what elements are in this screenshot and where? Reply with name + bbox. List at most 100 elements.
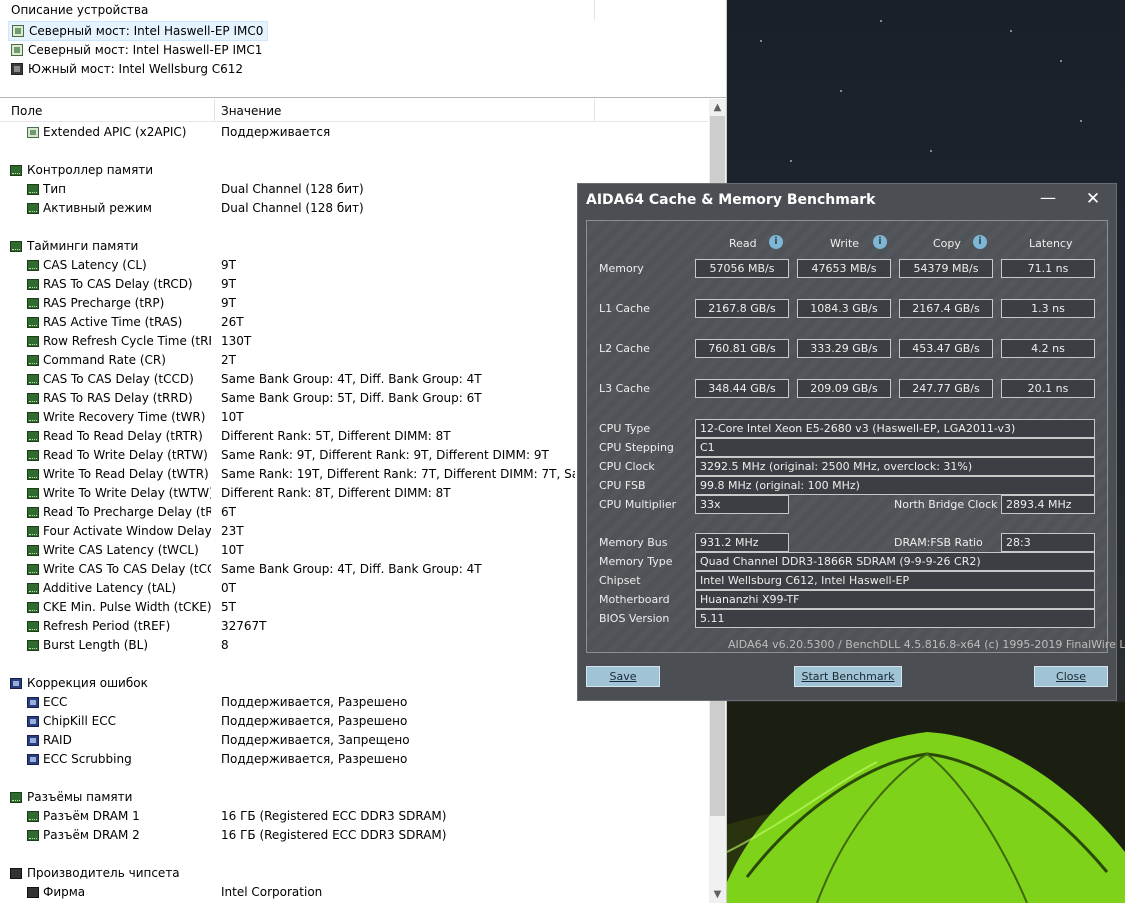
star — [1060, 60, 1062, 62]
ecc-icon — [27, 754, 39, 765]
row-value: Поддерживается, Разрешено — [221, 752, 408, 766]
memory-type-label: Memory Type — [599, 555, 673, 568]
column-divider[interactable] — [594, 99, 595, 121]
device-item-northbridge-imc0[interactable]: Северный мост: Intel Haswell-EP IMC0 — [8, 21, 269, 41]
group-header-row[interactable]: Разъёмы памяти — [0, 788, 708, 807]
row-field: Write CAS To CAS Delay (tCCD... — [43, 562, 211, 576]
save-button[interactable]: Save — [586, 666, 660, 687]
memory-icon — [27, 374, 39, 385]
memory-icon — [10, 241, 22, 252]
star — [840, 90, 842, 92]
start-benchmark-button[interactable]: Start Benchmark — [794, 666, 902, 687]
memory-icon — [27, 640, 39, 651]
memory-icon — [27, 488, 39, 499]
chipset-value: Intel Wellsburg C612, Intel Haswell-EP — [695, 571, 1095, 590]
l3-latency-value: 20.1 ns — [1001, 379, 1095, 398]
star — [1010, 30, 1012, 32]
table-row[interactable]: Фирма Intel Corporation — [0, 883, 708, 902]
row-field: Refresh Period (tREF) — [43, 619, 171, 633]
scroll-up-arrow-icon[interactable]: ▲ — [709, 99, 726, 116]
ecc-icon — [27, 697, 39, 708]
l1-cache-label: L1 Cache — [599, 302, 650, 315]
row-field: CKE Min. Pulse Width (tCKE) — [43, 600, 211, 614]
read-header: Read — [729, 237, 757, 250]
row-value: Dual Channel (128 бит) — [221, 182, 364, 196]
row-field: Write CAS Latency (tWCL) — [43, 543, 199, 557]
device-item-label: Северный мост: Intel Haswell-EP IMC1 — [28, 43, 263, 57]
benchmark-panel: Read i Write i Copy i Latency Memory 570… — [586, 220, 1108, 653]
row-value: 6T — [221, 505, 236, 519]
row-value: 26T — [221, 315, 244, 329]
cpu-multiplier-label: CPU Multiplier — [599, 498, 677, 511]
copyright-text: AIDA64 v6.20.5300 / BenchDLL 4.5.816.8-x… — [728, 638, 1125, 651]
copy-header: Copy — [933, 237, 961, 250]
group-header-row[interactable]: Контроллер памяти — [0, 161, 708, 180]
row-value: 23T — [221, 524, 244, 538]
memory-bus-value: 931.2 MHz — [695, 533, 789, 552]
row-field: ECC — [43, 695, 68, 709]
cpu-type-label: CPU Type — [599, 422, 651, 435]
chip-icon — [27, 887, 39, 898]
close-button[interactable]: Close — [1034, 666, 1108, 687]
column-header-value[interactable]: Значение — [221, 104, 281, 118]
table-row[interactable]: RAID Поддерживается, Запрещено — [0, 731, 708, 750]
row-value: Same Bank Group: 5T, Diff. Bank Group: 6… — [221, 391, 482, 405]
memory-write-value: 47653 MB/s — [797, 259, 891, 278]
row-field: Разъём DRAM 2 — [43, 828, 140, 842]
minimize-icon[interactable]: — — [1033, 188, 1063, 212]
star — [880, 20, 882, 22]
device-description-header-label: Описание устройства — [11, 3, 149, 17]
cpu-type-value: 12-Core Intel Xeon E5-2680 v3 (Haswell-E… — [695, 419, 1095, 438]
device-item-southbridge[interactable]: Южный мост: Intel Wellsburg C612 — [8, 60, 247, 78]
l2-latency-value: 4.2 ns — [1001, 339, 1095, 358]
memory-icon — [27, 317, 39, 328]
scroll-down-arrow-icon[interactable]: ▼ — [709, 886, 726, 903]
table-row[interactable]: Extended APIC (x2APIC) Поддерживается — [0, 123, 708, 142]
table-row[interactable]: Разъём DRAM 2 16 ГБ (Registered ECC DDR3 … — [0, 826, 708, 845]
row-field: Write To Read Delay (tWTR) — [43, 467, 209, 481]
device-item-northbridge-imc1[interactable]: Северный мост: Intel Haswell-EP IMC1 — [8, 41, 266, 59]
memory-icon — [27, 260, 39, 271]
column-divider[interactable] — [214, 99, 215, 121]
memory-icon — [27, 393, 39, 404]
table-row[interactable]: Разъём DRAM 1 16 ГБ (Registered ECC DDR3 … — [0, 807, 708, 826]
memory-icon — [27, 279, 39, 290]
column-header-field[interactable]: Поле — [11, 104, 42, 118]
row-field: Активный режим — [43, 201, 152, 215]
row-value: 2T — [221, 353, 236, 367]
group-header-row[interactable]: Производитель чипсета — [0, 864, 708, 883]
row-value: 10T — [221, 543, 244, 557]
close-icon[interactable]: ✕ — [1078, 187, 1108, 211]
read-info-icon[interactable]: i — [769, 235, 783, 249]
memory-icon — [27, 545, 39, 556]
memory-icon — [27, 507, 39, 518]
row-field: Row Refresh Cycle Time (tRFC) — [43, 334, 211, 348]
row-field: Производитель чипсета — [27, 866, 180, 880]
device-description-header[interactable]: Описание устройства — [0, 0, 595, 20]
southbridge-chip-icon — [11, 63, 23, 75]
bios-version-value: 5.11 — [695, 609, 1095, 628]
l2-write-value: 333.29 GB/s — [797, 339, 891, 358]
copy-info-icon[interactable]: i — [973, 235, 987, 249]
table-row[interactable]: ECC Scrubbing Поддерживается, Разрешено — [0, 750, 708, 769]
dialog-title: AIDA64 Cache & Memory Benchmark — [586, 192, 876, 208]
memory-icon — [27, 450, 39, 461]
write-info-icon[interactable]: i — [873, 235, 887, 249]
table-row[interactable]: ChipKill ECC Поддерживается, Разрешено — [0, 712, 708, 731]
memory-icon — [27, 526, 39, 537]
row-value: 32767T — [221, 619, 267, 633]
row-value: Same Rank: 9T, Different Rank: 9T, Diffe… — [221, 448, 549, 462]
row-field: Command Rate (CR) — [43, 353, 166, 367]
row-field: Разъёмы памяти — [27, 790, 133, 804]
cpu-clock-label: CPU Clock — [599, 460, 655, 473]
l3-cache-label: L3 Cache — [599, 382, 650, 395]
l1-copy-value: 2167.4 GB/s — [899, 299, 993, 318]
row-value: 10T — [221, 410, 244, 424]
row-value: 9T — [221, 296, 236, 310]
motherboard-value: Huananzhi X99-TF — [695, 590, 1095, 609]
memory-icon — [27, 298, 39, 309]
row-value: 5T — [221, 600, 236, 614]
chipset-label: Chipset — [599, 574, 641, 587]
row-field: RAS Active Time (tRAS) — [43, 315, 183, 329]
cpu-fsb-value: 99.8 MHz (original: 100 MHz) — [695, 476, 1095, 495]
